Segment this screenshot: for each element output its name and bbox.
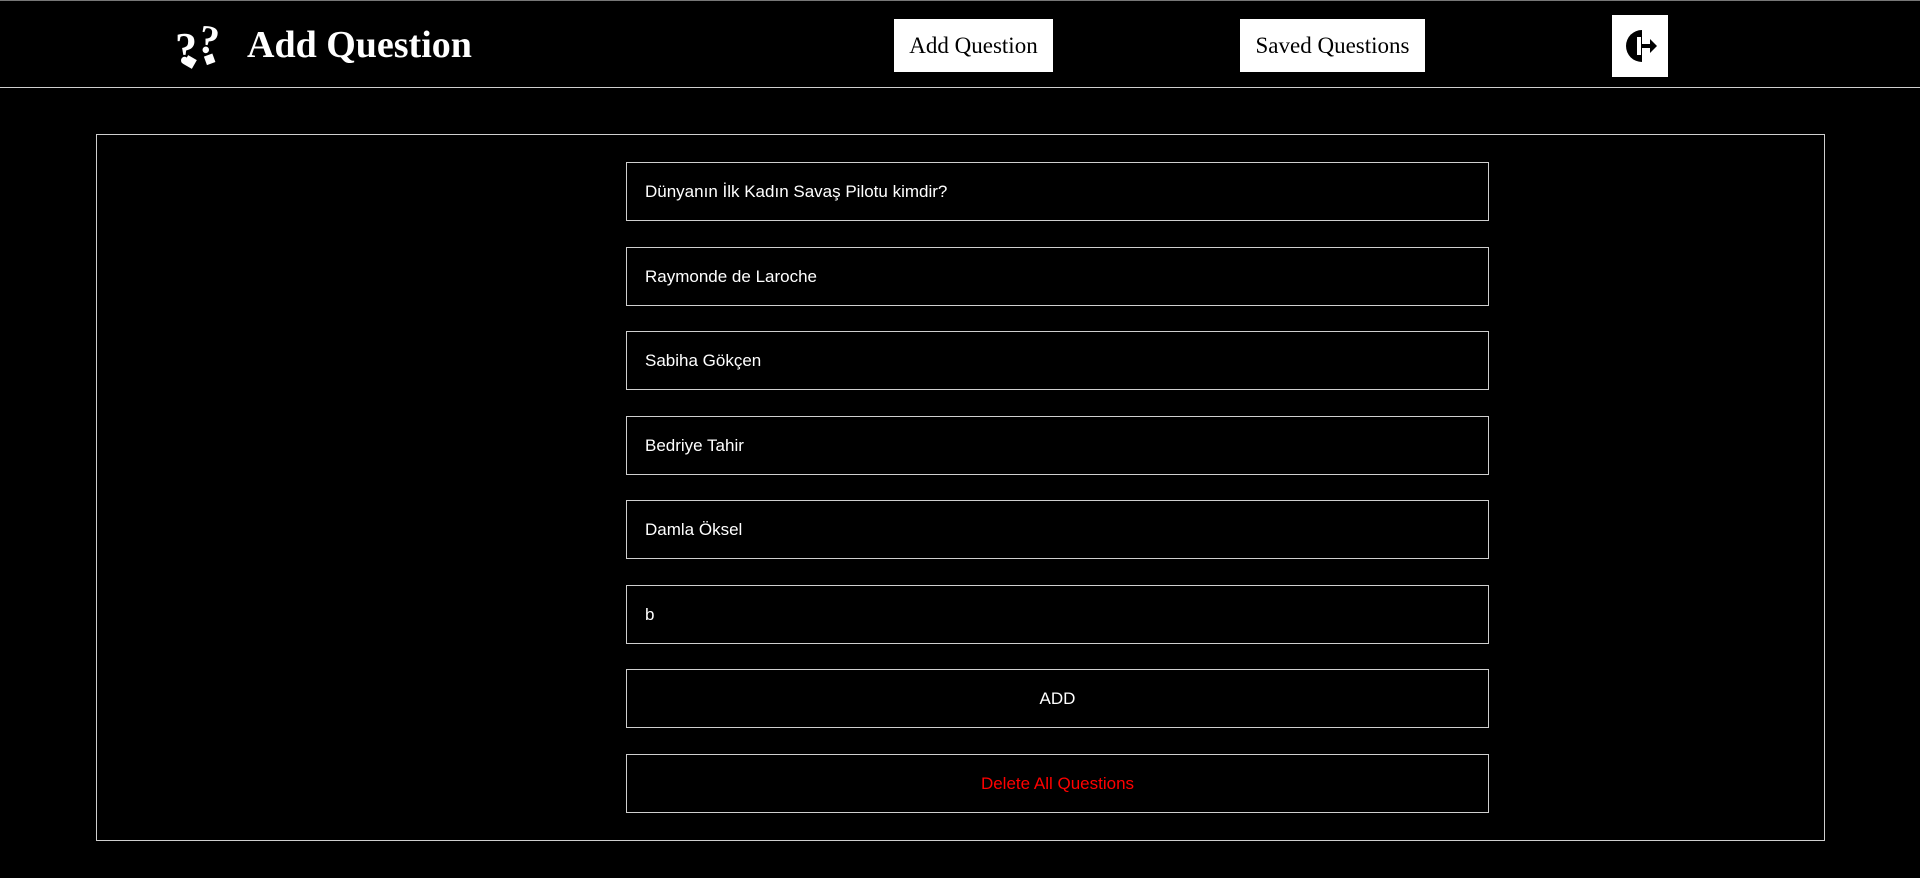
- option-3-input[interactable]: [626, 416, 1489, 475]
- brand: ? ? Add Question: [175, 19, 472, 71]
- nav-saved-questions-button[interactable]: Saved Questions: [1240, 19, 1425, 72]
- nav-add-question-button[interactable]: Add Question: [894, 19, 1053, 72]
- logout-door-icon: [1626, 30, 1657, 62]
- add-button[interactable]: ADD: [626, 669, 1489, 728]
- top-navbar: ? ? Add Question Add Question Saved Ques…: [0, 0, 1920, 88]
- option-4-input[interactable]: [626, 500, 1489, 559]
- question-marks-icon: ? ?: [175, 19, 223, 71]
- option-1-input[interactable]: [626, 247, 1489, 306]
- question-input[interactable]: [626, 162, 1489, 221]
- delete-all-questions-button[interactable]: Delete All Questions: [626, 754, 1489, 813]
- logout-button[interactable]: [1612, 15, 1668, 77]
- question-form-panel: ADD Delete All Questions: [96, 134, 1825, 841]
- option-2-input[interactable]: [626, 331, 1489, 390]
- page-title: Add Question: [247, 24, 472, 66]
- correct-answer-input[interactable]: [626, 585, 1489, 644]
